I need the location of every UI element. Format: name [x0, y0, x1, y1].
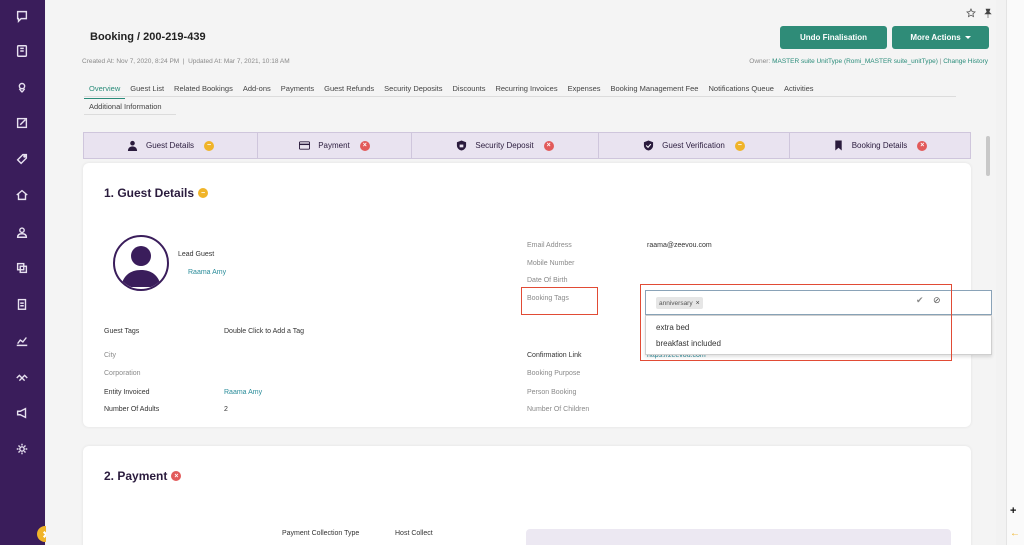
more-actions-button[interactable]: More Actions	[892, 26, 989, 49]
payment-card: 2. Payment × Payment Collection Type Hos…	[83, 446, 971, 545]
adults-label: Number Of Adults	[104, 406, 160, 413]
step-label: Security Deposit	[475, 141, 534, 150]
bookmark-icon	[834, 140, 842, 151]
star-icon[interactable]	[966, 8, 976, 20]
clipboard-icon[interactable]	[14, 296, 30, 312]
book-icon[interactable]	[14, 43, 30, 59]
guest-tags-value[interactable]: Double Click to Add a Tag	[224, 328, 304, 335]
scrollbar[interactable]	[986, 136, 990, 176]
owner-info: Owner: MASTER suite UnitType (Romi_MASTE…	[749, 58, 988, 65]
page-title: Booking / 200-219-439	[90, 31, 206, 43]
tab-divider	[84, 96, 956, 97]
city-label: City	[104, 352, 117, 359]
home-icon[interactable]	[14, 187, 30, 203]
tag-editor-highlight	[640, 284, 952, 361]
shield-icon	[457, 140, 467, 151]
children-label: Number Of Children	[527, 406, 590, 413]
megaphone-icon[interactable]	[14, 405, 30, 421]
step-label: Guest Details	[145, 141, 195, 150]
status-pending-icon: −	[198, 188, 209, 198]
utility-strip	[1006, 0, 1024, 545]
status-error-icon: ×	[543, 140, 554, 151]
step-guest-details[interactable]: Guest Details −	[83, 132, 257, 159]
person-booking-label: Person Booking	[527, 389, 577, 396]
user-icon	[127, 140, 138, 151]
progress-steps: Guest Details − Payment × Security Depos…	[83, 132, 971, 159]
booking-purpose-label: Booking Purpose	[527, 370, 581, 377]
adults-value: 2	[224, 406, 228, 413]
dob-label: Date Of Birth	[527, 277, 568, 284]
step-label: Payment	[318, 141, 350, 150]
entity-invoiced-value[interactable]: Raama Amy	[224, 389, 262, 396]
user-icon[interactable]	[14, 224, 30, 240]
map-pin-icon[interactable]	[14, 79, 30, 95]
tag-icon[interactable]	[14, 151, 30, 167]
change-history-link[interactable]: Change History	[943, 58, 988, 65]
plus-icon[interactable]: +	[1010, 505, 1016, 517]
status-error-icon: ×	[171, 471, 182, 481]
handshake-icon[interactable]	[14, 370, 30, 386]
lead-guest-label: Lead Guest	[178, 251, 215, 258]
chart-icon[interactable]	[14, 333, 30, 349]
tab-divider	[84, 114, 176, 115]
arrow-left-icon[interactable]: ←	[1010, 528, 1020, 539]
payment-collection-type-label: Payment Collection Type	[282, 530, 360, 537]
status-pending-icon: −	[204, 140, 215, 151]
undo-finalisation-button[interactable]: Undo Finalisation	[780, 26, 887, 49]
user-avatar-icon	[121, 246, 161, 287]
email-label: Email Address	[527, 242, 572, 249]
step-security-deposit[interactable]: Security Deposit ×	[411, 132, 598, 159]
email-value: raama@zeevou.com	[647, 242, 712, 249]
pin-icon[interactable]	[983, 8, 993, 20]
section-title: 2. Payment ×	[104, 469, 182, 483]
step-payment[interactable]: Payment ×	[257, 132, 411, 159]
payment-collection-type-value: Host Collect	[395, 530, 433, 537]
step-booking-details[interactable]: Booking Details ×	[789, 132, 971, 159]
shield-check-icon	[644, 140, 654, 151]
avatar	[113, 235, 169, 291]
lead-guest-name[interactable]: Raama Amy	[188, 269, 226, 276]
step-label: Booking Details	[851, 141, 908, 150]
main-content: Booking / 200-219-439 Created At: Nov 7,…	[46, 0, 996, 545]
status-error-icon: ×	[359, 140, 370, 151]
status-pending-icon: −	[734, 140, 745, 151]
owner-link[interactable]: MASTER suite UnitType (Romi_MASTER suite…	[772, 58, 938, 65]
edit-icon[interactable]	[14, 115, 30, 131]
caret-down-icon	[964, 36, 971, 39]
confirmation-link-label: Confirmation Link	[527, 352, 582, 359]
mobile-label: Mobile Number	[527, 260, 575, 267]
booking-tags-highlight	[521, 287, 598, 315]
section-title: 1. Guest Details −	[104, 186, 209, 200]
booking-timestamps: Created At: Nov 7, 2020, 8:24 PM | Updat…	[82, 58, 290, 65]
sidebar	[0, 0, 45, 545]
gear-icon[interactable]	[14, 441, 30, 457]
step-guest-verification[interactable]: Guest Verification −	[598, 132, 789, 159]
step-label: Guest Verification	[662, 141, 725, 150]
credit-card-icon	[299, 141, 311, 150]
payment-summary-panel	[526, 529, 951, 545]
chat-icon[interactable]	[14, 8, 30, 24]
guest-tags-label: Guest Tags	[104, 328, 140, 335]
corporation-label: Corporation	[104, 370, 141, 377]
entity-invoiced-label: Entity Invoiced	[104, 389, 150, 396]
copy-icon[interactable]	[14, 260, 30, 276]
status-error-icon: ×	[917, 140, 928, 151]
